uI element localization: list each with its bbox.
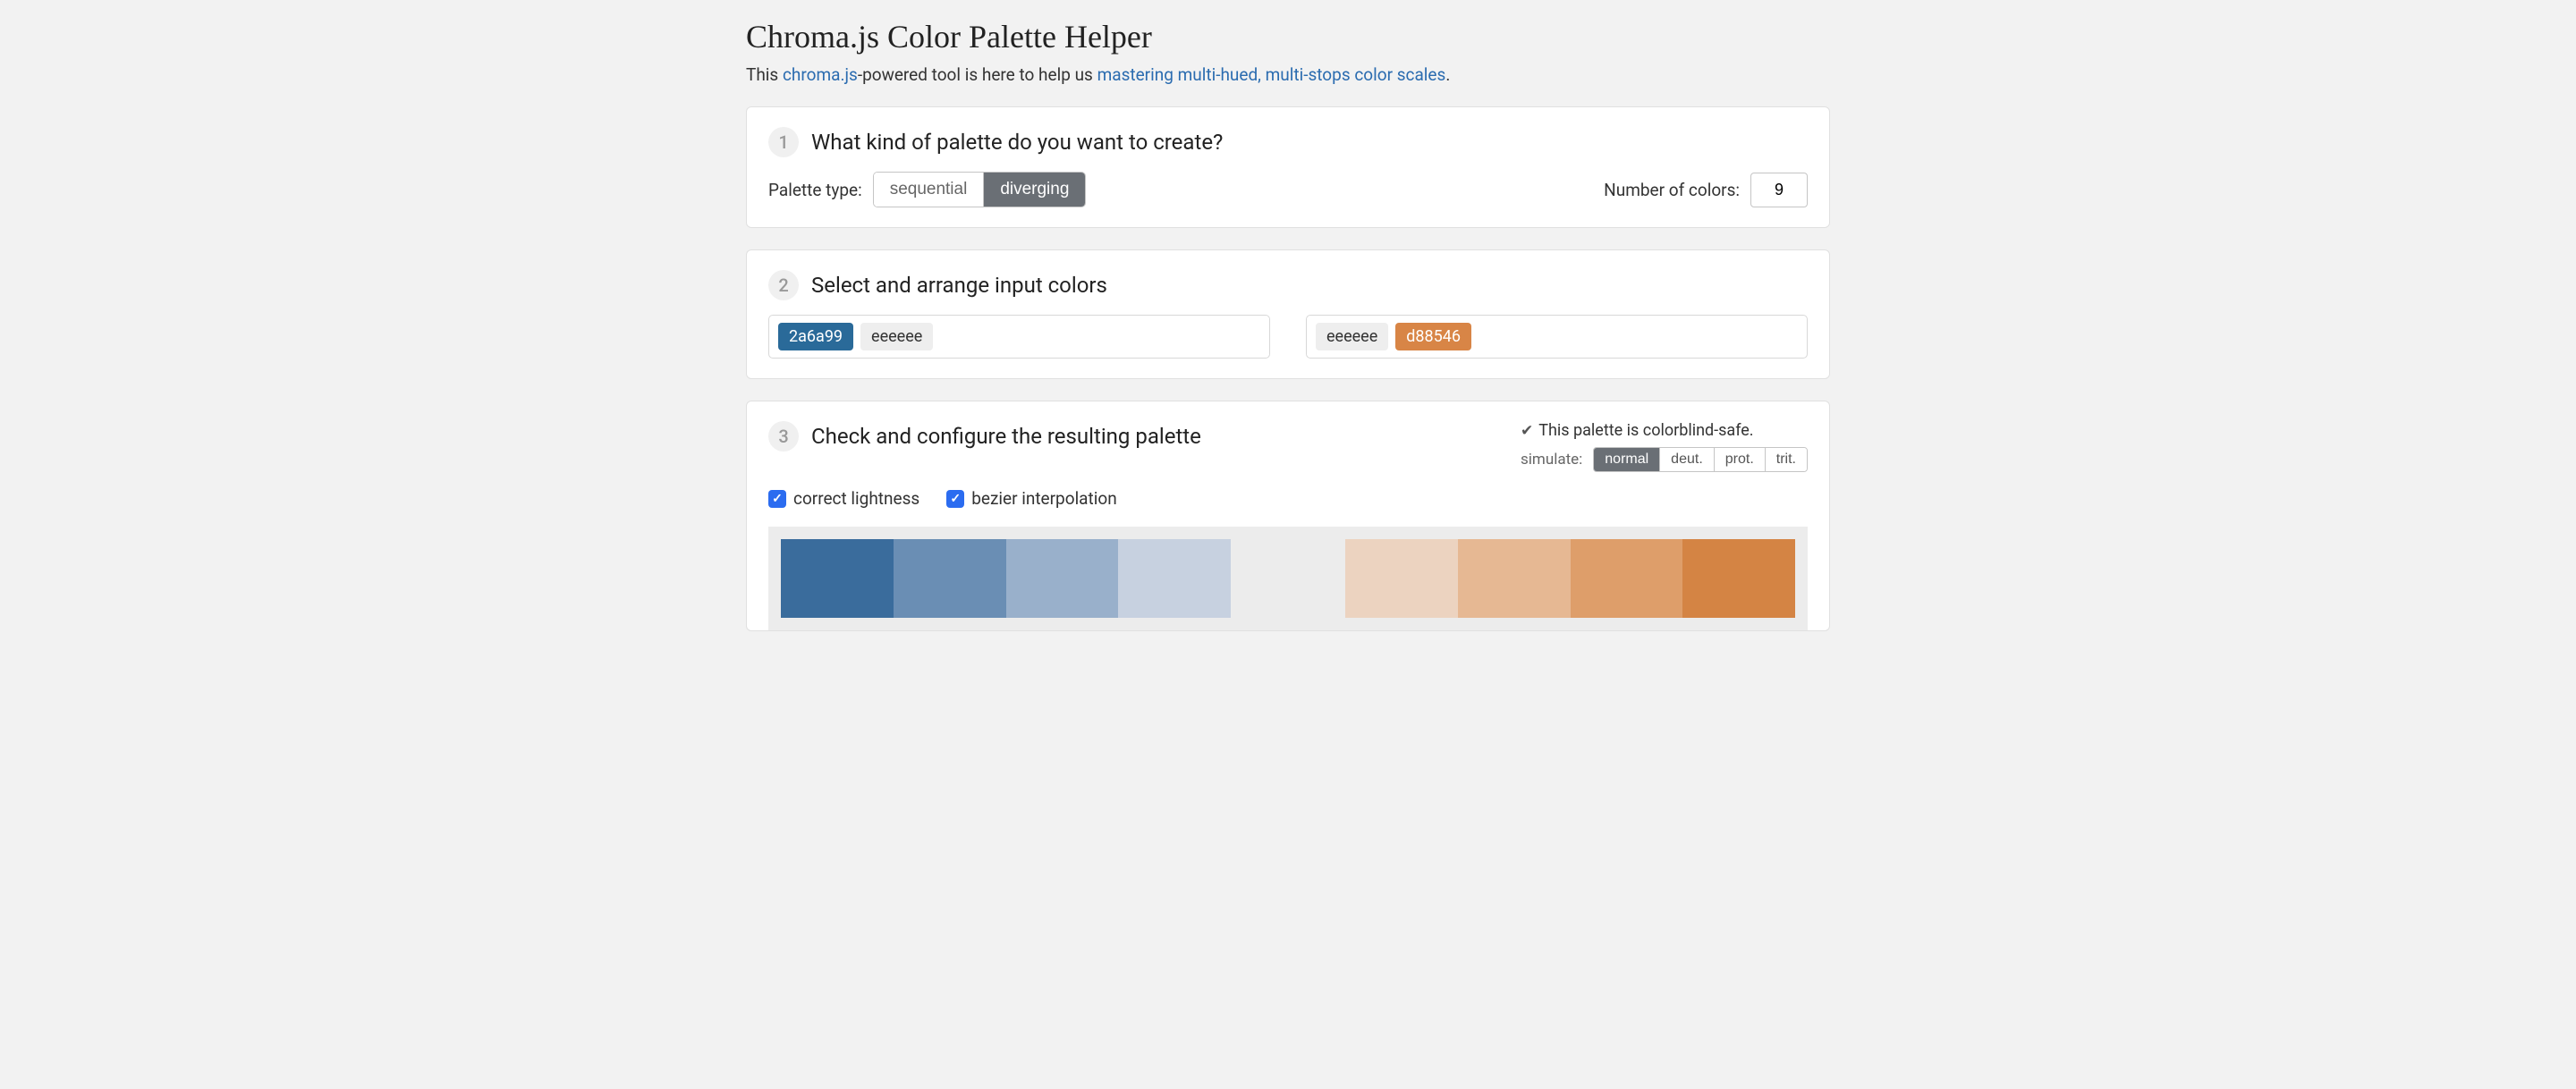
simulate-label: simulate:: [1521, 451, 1582, 469]
step-number: 1: [768, 127, 799, 157]
num-colors-input[interactable]: [1750, 173, 1808, 207]
palette-right: [1345, 539, 1795, 618]
swatch: [1345, 539, 1458, 618]
check-icon: ✔: [1521, 422, 1533, 440]
sim-normal-button[interactable]: normal: [1594, 448, 1659, 471]
sim-deut-button[interactable]: deut.: [1659, 448, 1714, 471]
palette-left: [781, 539, 1231, 618]
palette-type-toggle: sequential diverging: [873, 172, 1087, 207]
chroma-link[interactable]: chroma.js: [783, 64, 858, 85]
num-colors-label: Number of colors:: [1604, 180, 1740, 200]
palette-preview: [768, 527, 1808, 630]
page-title: Chroma.js Color Palette Helper: [746, 18, 1830, 55]
color-chip[interactable]: d88546: [1395, 323, 1471, 350]
step1-title: What kind of palette do you want to crea…: [811, 130, 1223, 155]
swatch: [1118, 539, 1231, 618]
swatch: [781, 539, 894, 618]
subtitle-text: This: [746, 64, 783, 85]
checkbox-icon: ✓: [768, 490, 786, 508]
colorblind-safe-text: This palette is colorblind-safe.: [1538, 421, 1753, 440]
step3-title: Check and configure the resulting palett…: [811, 424, 1201, 449]
swatch: [1458, 539, 1571, 618]
step2-title: Select and arrange input colors: [811, 273, 1107, 298]
correct-lightness-check[interactable]: ✓ correct lightness: [768, 488, 919, 509]
step-number: 2: [768, 270, 799, 300]
swatch: [1571, 539, 1683, 618]
sim-prot-button[interactable]: prot.: [1714, 448, 1765, 471]
swatch: [894, 539, 1006, 618]
step-number: 3: [768, 421, 799, 452]
sequential-button[interactable]: sequential: [874, 173, 984, 207]
color-chip[interactable]: eeeeee: [1316, 323, 1388, 350]
color-chip[interactable]: eeeeee: [860, 323, 933, 350]
swatch: [1682, 539, 1795, 618]
right-colors-box[interactable]: eeeeee d88546: [1306, 315, 1808, 359]
swatch: [1006, 539, 1119, 618]
step3-card: 3 Check and configure the resulting pale…: [746, 401, 1830, 631]
left-colors-box[interactable]: 2a6a99 eeeeee: [768, 315, 1270, 359]
diverging-button[interactable]: diverging: [983, 173, 1085, 207]
step1-card: 1 What kind of palette do you want to cr…: [746, 106, 1830, 228]
color-chip[interactable]: 2a6a99: [778, 323, 853, 350]
palette-type-label: Palette type:: [768, 180, 862, 200]
checkbox-icon: ✓: [946, 490, 964, 508]
check-label: bezier interpolation: [971, 488, 1116, 509]
step2-card: 2 Select and arrange input colors 2a6a99…: [746, 249, 1830, 379]
subtitle-text: -powered tool is here to help us: [858, 64, 1097, 85]
check-label: correct lightness: [793, 488, 919, 509]
bezier-interpolation-check[interactable]: ✓ bezier interpolation: [946, 488, 1116, 509]
subtitle-text: .: [1445, 64, 1450, 85]
sim-trit-button[interactable]: trit.: [1765, 448, 1807, 471]
subtitle: This chroma.js-powered tool is here to h…: [746, 64, 1830, 85]
article-link[interactable]: mastering multi-hued, multi-stops color …: [1097, 64, 1446, 85]
simulate-toggle: normal deut. prot. trit.: [1593, 447, 1808, 472]
